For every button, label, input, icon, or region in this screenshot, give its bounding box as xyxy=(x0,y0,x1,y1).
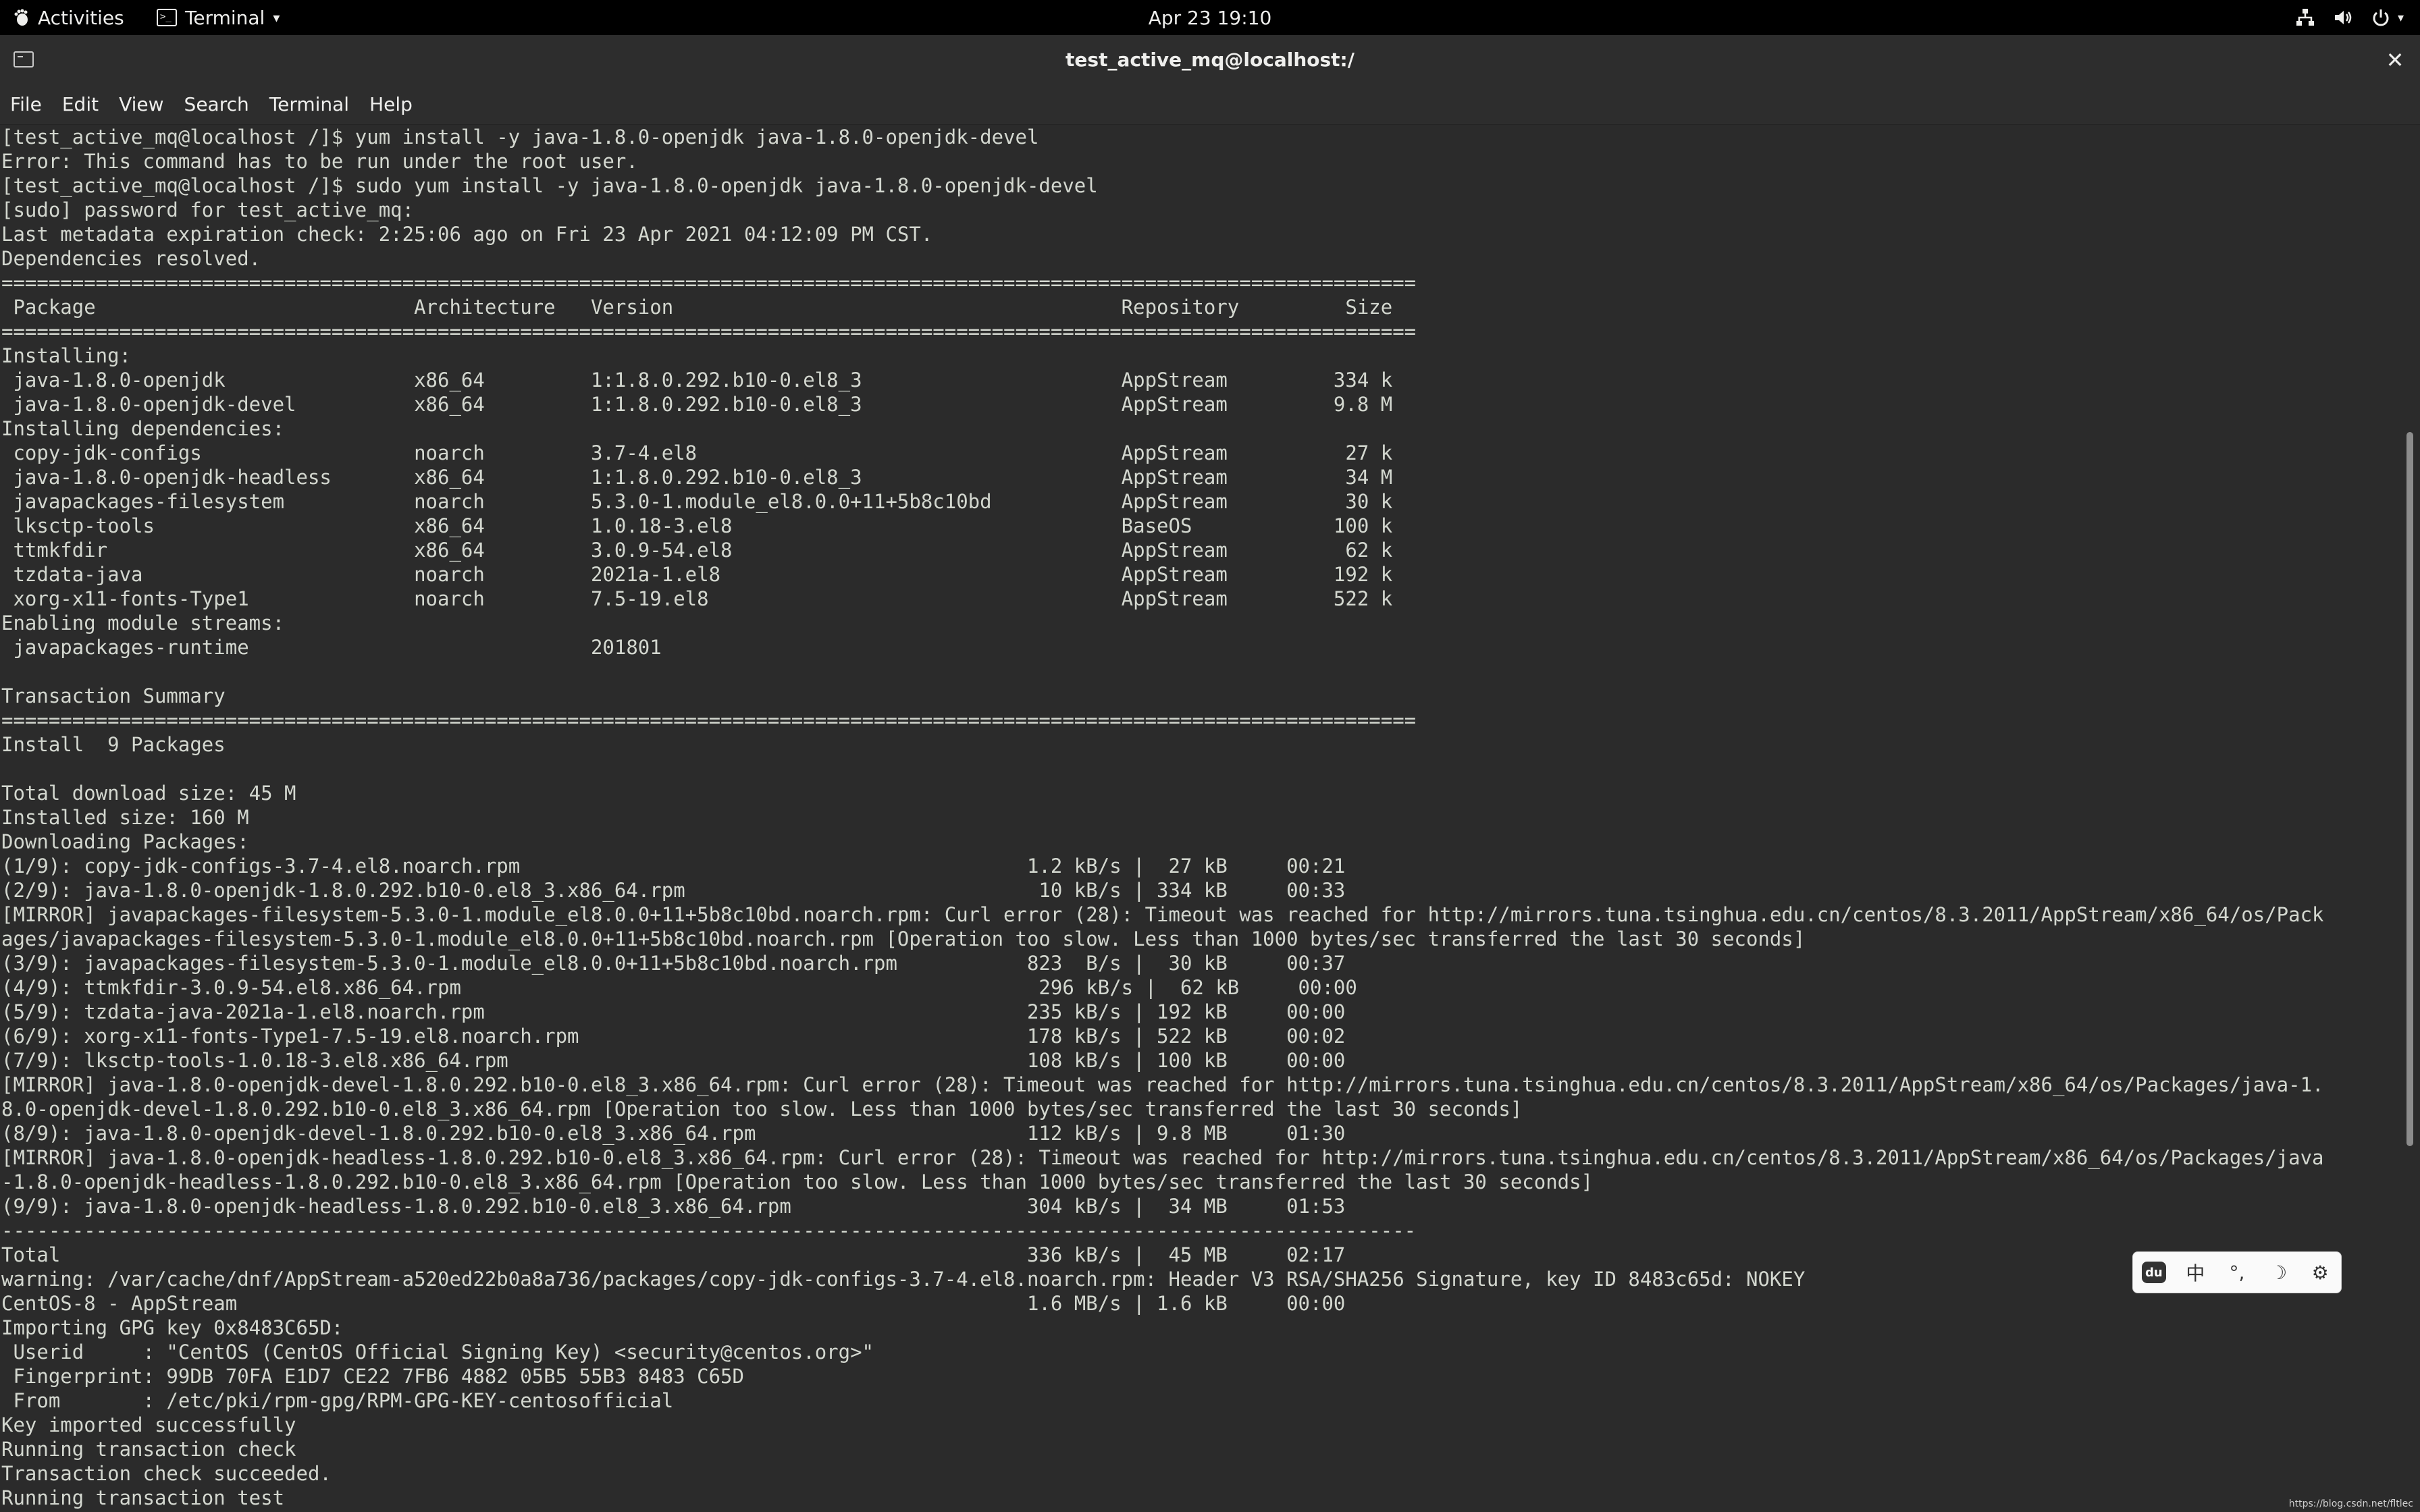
chevron-down-icon: ▾ xyxy=(273,9,280,26)
app-menu-button[interactable]: >_ Terminal ▾ xyxy=(157,0,280,35)
scrollbar[interactable] xyxy=(2400,125,2420,1512)
menu-file[interactable]: File xyxy=(0,85,52,124)
terminal-line: (7/9): lksctp-tools-1.0.18-3.el8.x86_64.… xyxy=(1,1049,1346,1072)
terminal-line: ages/javapackages-filesystem-5.3.0-1.mod… xyxy=(1,927,1806,950)
menu-view[interactable]: View xyxy=(109,85,174,124)
scrollbar-thumb[interactable] xyxy=(2406,432,2413,1146)
activities-label: Activities xyxy=(38,6,124,29)
watermark-text: https://blog.csdn.net/fltlec xyxy=(2288,1498,2413,1509)
ime-language-toggle[interactable]: 中 xyxy=(2179,1256,2211,1289)
clock-area: Apr 23 19:10 xyxy=(0,0,2420,35)
terminal-line: [MIRROR] java-1.8.0-openjdk-devel-1.8.0.… xyxy=(1,1073,2324,1096)
terminal-line: Error: This command has to be run under … xyxy=(1,150,638,173)
terminal-window-icon xyxy=(14,51,34,68)
terminal-line: Downloading Packages: xyxy=(1,830,249,853)
terminal-line: java-1.8.0-openjdk-devel x86_64 1:1.8.0.… xyxy=(1,393,1393,416)
terminal-line: Total 336 kB/s | 45 MB 02:17 xyxy=(1,1243,1346,1266)
terminal-line: 8.0-openjdk-devel-1.8.0.292.b10-0.el8_3.… xyxy=(1,1098,1523,1120)
terminal-line: ttmkfdir x86_64 3.0.9-54.el8 AppStream 6… xyxy=(1,539,1393,562)
clock-button[interactable]: Apr 23 19:10 xyxy=(1149,7,1272,29)
terminal-line: (1/9): copy-jdk-configs-3.7-4.el8.noarch… xyxy=(1,855,1346,878)
terminal-line: Installing dependencies: xyxy=(1,417,285,440)
baidu-ime-icon: du xyxy=(2141,1262,2166,1283)
terminal-line: -1.8.0-openjdk-headless-1.8.0.292.b10-0.… xyxy=(1,1170,1594,1193)
terminal-line: ========================================… xyxy=(1,320,1417,343)
terminal-line: Transaction Summary xyxy=(1,684,226,707)
menu-terminal[interactable]: Terminal xyxy=(259,85,359,124)
terminal-line: [sudo] password for test_active_mq: xyxy=(1,198,415,221)
terminal-line: Running transaction test xyxy=(1,1486,285,1509)
terminal-line: (6/9): xorg-x11-fonts-Type1-7.5-19.el8.n… xyxy=(1,1025,1346,1048)
window-title: test_active_mq@localhost:/ xyxy=(1066,49,1354,71)
terminal-line: Installed size: 160 M xyxy=(1,806,249,829)
menu-bar: File Edit View Search Terminal Help xyxy=(0,85,2420,125)
app-menu-label: Terminal xyxy=(185,6,265,29)
terminal-line: [test_active_mq@localhost /]$ yum instal… xyxy=(1,126,1039,148)
terminal-line: Total download size: 45 M xyxy=(1,782,296,805)
terminal-line: (8/9): java-1.8.0-openjdk-devel-1.8.0.29… xyxy=(1,1122,1346,1145)
ime-logo-button[interactable]: du xyxy=(2138,1256,2170,1289)
terminal-line: Userid : "CentOS (CentOS Official Signin… xyxy=(1,1341,874,1364)
terminal-line: [MIRROR] javapackages-filesystem-5.3.0-1… xyxy=(1,903,2324,926)
terminal-line: Installing: xyxy=(1,344,132,367)
terminal-line: tzdata-java noarch 2021a-1.el8 AppStream… xyxy=(1,563,1393,586)
terminal-line: xorg-x11-fonts-Type1 noarch 7.5-19.el8 A… xyxy=(1,587,1393,610)
terminal-line: ========================================… xyxy=(1,271,1417,294)
terminal-line: [MIRROR] java-1.8.0-openjdk-headless-1.8… xyxy=(1,1146,2324,1169)
terminal-line: javapackages-filesystem noarch 5.3.0-1.m… xyxy=(1,490,1393,513)
close-button[interactable]: ✕ xyxy=(2382,47,2408,73)
menu-help[interactable]: Help xyxy=(359,85,423,124)
gear-icon[interactable]: ⚙ xyxy=(2304,1256,2336,1289)
terminal-line: javapackages-runtime 201801 xyxy=(1,636,662,659)
terminal-line: [test_active_mq@localhost /]$ sudo yum i… xyxy=(1,174,1098,197)
terminal-line: Fingerprint: 99DB 70FA E1D7 CE22 7FB6 48… xyxy=(1,1365,744,1388)
terminal-line: Package Architecture Version Repository … xyxy=(1,296,1393,319)
terminal-line: (4/9): ttmkfdir-3.0.9-54.el8.x86_64.rpm … xyxy=(1,976,1357,999)
terminal-line: warning: /var/cache/dnf/AppStream-a520ed… xyxy=(1,1268,1806,1291)
terminal-line: Importing GPG key 0x8483C65D: xyxy=(1,1316,344,1339)
terminal-line: java-1.8.0-openjdk x86_64 1:1.8.0.292.b1… xyxy=(1,369,1393,392)
terminal-line: (5/9): tzdata-java-2021a-1.el8.noarch.rp… xyxy=(1,1000,1346,1023)
window-titlebar[interactable]: test_active_mq@localhost:/ ✕ xyxy=(0,35,2420,86)
ime-punctuation-toggle[interactable]: °, xyxy=(2221,1256,2253,1289)
terminal-line: (3/9): javapackages-filesystem-5.3.0-1.m… xyxy=(1,952,1346,975)
terminal-line: Dependencies resolved. xyxy=(1,247,261,270)
terminal-line: CentOS-8 - AppStream 1.6 MB/s | 1.6 kB 0… xyxy=(1,1292,1346,1315)
terminal-output[interactable]: [test_active_mq@localhost /]$ yum instal… xyxy=(0,125,2400,1512)
top-bar: Activities >_ Terminal ▾ Apr 23 19:10 ▾ xyxy=(0,0,2420,35)
terminal-line: Enabling module streams: xyxy=(1,612,285,634)
network-icon xyxy=(2294,6,2317,29)
terminal-line: java-1.8.0-openjdk-headless x86_64 1:1.8… xyxy=(1,466,1393,489)
terminal-app-icon: >_ xyxy=(157,9,177,26)
power-icon xyxy=(2369,6,2392,29)
system-tray[interactable]: ▾ xyxy=(2294,0,2404,35)
terminal-line: copy-jdk-configs noarch 3.7-4.el8 AppStr… xyxy=(1,441,1393,464)
menu-search[interactable]: Search xyxy=(174,85,259,124)
terminal-line: (9/9): java-1.8.0-openjdk-headless-1.8.0… xyxy=(1,1195,1346,1218)
terminal-line: Transaction check succeeded. xyxy=(1,1462,332,1485)
terminal-line: Last metadata expiration check: 2:25:06 … xyxy=(1,223,933,246)
terminal-line: ========================================… xyxy=(1,709,1417,732)
terminal-line: Running transaction check xyxy=(1,1438,296,1461)
terminal-line: Key imported successfully xyxy=(1,1413,296,1436)
terminal-line: ----------------------------------------… xyxy=(1,1219,1417,1242)
terminal-text: [test_active_mq@localhost /]$ yum instal… xyxy=(0,125,2400,1510)
moon-icon[interactable]: ☽ xyxy=(2263,1256,2295,1289)
terminal-line: lksctp-tools x86_64 1.0.18-3.el8 BaseOS … xyxy=(1,514,1393,537)
ime-toolbar[interactable]: du 中 °, ☽ ⚙ xyxy=(2132,1251,2342,1293)
chevron-down-icon: ▾ xyxy=(2397,10,2404,25)
gnome-foot-icon xyxy=(14,9,28,26)
terminal-line: Install 9 Packages xyxy=(1,733,226,756)
terminal-line: From : /etc/pki/rpm-gpg/RPM-GPG-KEY-cent… xyxy=(1,1389,674,1412)
activities-button[interactable]: Activities xyxy=(12,0,124,35)
volume-icon xyxy=(2332,6,2355,29)
menu-edit[interactable]: Edit xyxy=(52,85,109,124)
terminal-line: (2/9): java-1.8.0-openjdk-1.8.0.292.b10-… xyxy=(1,879,1346,902)
